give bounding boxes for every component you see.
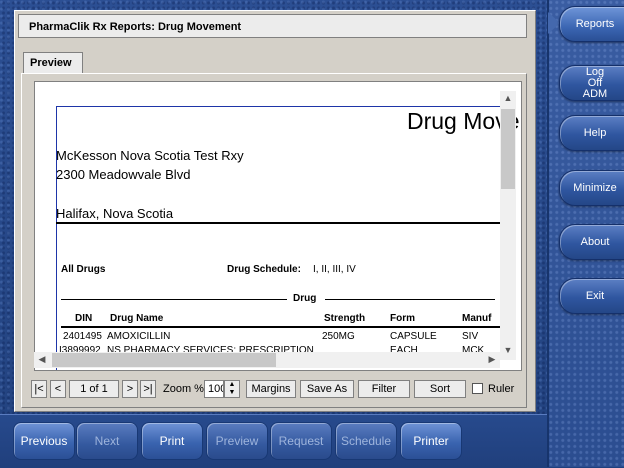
table-row-form: CAPSULE xyxy=(390,331,437,342)
table-row-din: 2401495 xyxy=(63,331,102,342)
minimize-button[interactable]: Minimize xyxy=(559,170,624,206)
schedule-label: Drug Schedule: xyxy=(227,264,301,275)
column-header-rule xyxy=(61,326,501,328)
table-row-strength: 250MG xyxy=(322,331,355,342)
scroll-right-icon[interactable]: ▶ xyxy=(484,354,500,365)
schedule-button[interactable]: Schedule xyxy=(335,422,397,460)
vertical-scrollbar[interactable]: ▲ ▼ xyxy=(500,91,516,360)
horizontal-scrollbar[interactable]: ◀ ▶ xyxy=(34,352,500,368)
window-title: PharmaClik Rx Reports: Drug Movement xyxy=(18,14,527,38)
zoom-input[interactable]: 100 xyxy=(204,380,224,398)
next-page-button[interactable]: > xyxy=(122,380,138,398)
margins-button[interactable]: Margins xyxy=(246,380,296,398)
column-header-din: DIN xyxy=(75,313,93,324)
pharmacy-address: 2300 Meadowvale Blvd xyxy=(56,167,191,182)
scroll-down-icon[interactable]: ▼ xyxy=(500,345,516,355)
log-off-button[interactable]: Log Off ADM xyxy=(559,65,624,101)
page-border-top xyxy=(56,106,506,107)
tab-preview[interactable]: Preview xyxy=(23,52,83,74)
page-indicator: 1 of 1 xyxy=(69,380,119,398)
first-page-button[interactable]: |< xyxy=(31,380,47,398)
previous-page-button[interactable]: < xyxy=(50,380,66,398)
preview-button[interactable]: Preview xyxy=(206,422,268,460)
report-viewport: Drug Movement McKesson Nova Scotia Test … xyxy=(34,81,522,371)
print-button[interactable]: Print xyxy=(141,422,203,460)
about-button[interactable]: About xyxy=(559,224,624,260)
last-page-button[interactable]: >| xyxy=(140,380,156,398)
zoom-up-icon[interactable]: ▲ xyxy=(229,381,236,388)
help-button[interactable]: Help xyxy=(559,115,624,151)
header-rule xyxy=(56,222,506,224)
next-button[interactable]: Next xyxy=(76,422,138,460)
zoom-label: Zoom %: xyxy=(163,383,208,395)
column-header-drug-name: Drug Name xyxy=(110,313,164,324)
section-rule-right xyxy=(325,299,495,300)
pharmacy-city: Halifax, Nova Scotia xyxy=(56,206,174,221)
section-heading: Drug xyxy=(293,293,317,304)
ruler-checkbox[interactable] xyxy=(472,383,483,394)
zoom-down-icon[interactable]: ▼ xyxy=(229,389,236,396)
vertical-scroll-thumb[interactable] xyxy=(501,109,515,189)
sort-button[interactable]: Sort xyxy=(414,380,466,398)
save-as-button[interactable]: Save As xyxy=(300,380,354,398)
table-row-name: AMOXICILLIN xyxy=(107,331,171,342)
column-header-strength: Strength xyxy=(324,313,366,324)
table-row-manuf: SIV xyxy=(462,331,479,342)
filter-button[interactable]: Filter xyxy=(358,380,410,398)
horizontal-scroll-thumb[interactable] xyxy=(52,353,276,367)
report-window: PharmaClik Rx Reports: Drug Movement Pre… xyxy=(14,10,536,412)
exit-button[interactable]: Exit xyxy=(559,278,624,314)
pharmacy-name: McKesson Nova Scotia Test Rxy xyxy=(56,148,244,163)
previous-button[interactable]: Previous xyxy=(13,422,75,460)
column-header-manuf: Manuf xyxy=(462,313,492,324)
request-button[interactable]: Request xyxy=(270,422,332,460)
zoom-stepper[interactable]: ▲ ▼ xyxy=(224,380,240,398)
schedule-value: I, II, III, IV xyxy=(313,264,356,275)
column-header-form: Form xyxy=(390,313,415,324)
ruler-label: Ruler xyxy=(488,383,515,395)
scroll-up-icon[interactable]: ▲ xyxy=(500,93,516,103)
filter-label: All Drugs xyxy=(61,264,106,275)
scroll-left-icon[interactable]: ◀ xyxy=(34,354,50,365)
section-rule-left xyxy=(61,299,287,300)
printer-button[interactable]: Printer xyxy=(400,422,462,460)
page-border-left xyxy=(56,106,57,370)
reports-button[interactable]: Reports xyxy=(559,6,624,42)
